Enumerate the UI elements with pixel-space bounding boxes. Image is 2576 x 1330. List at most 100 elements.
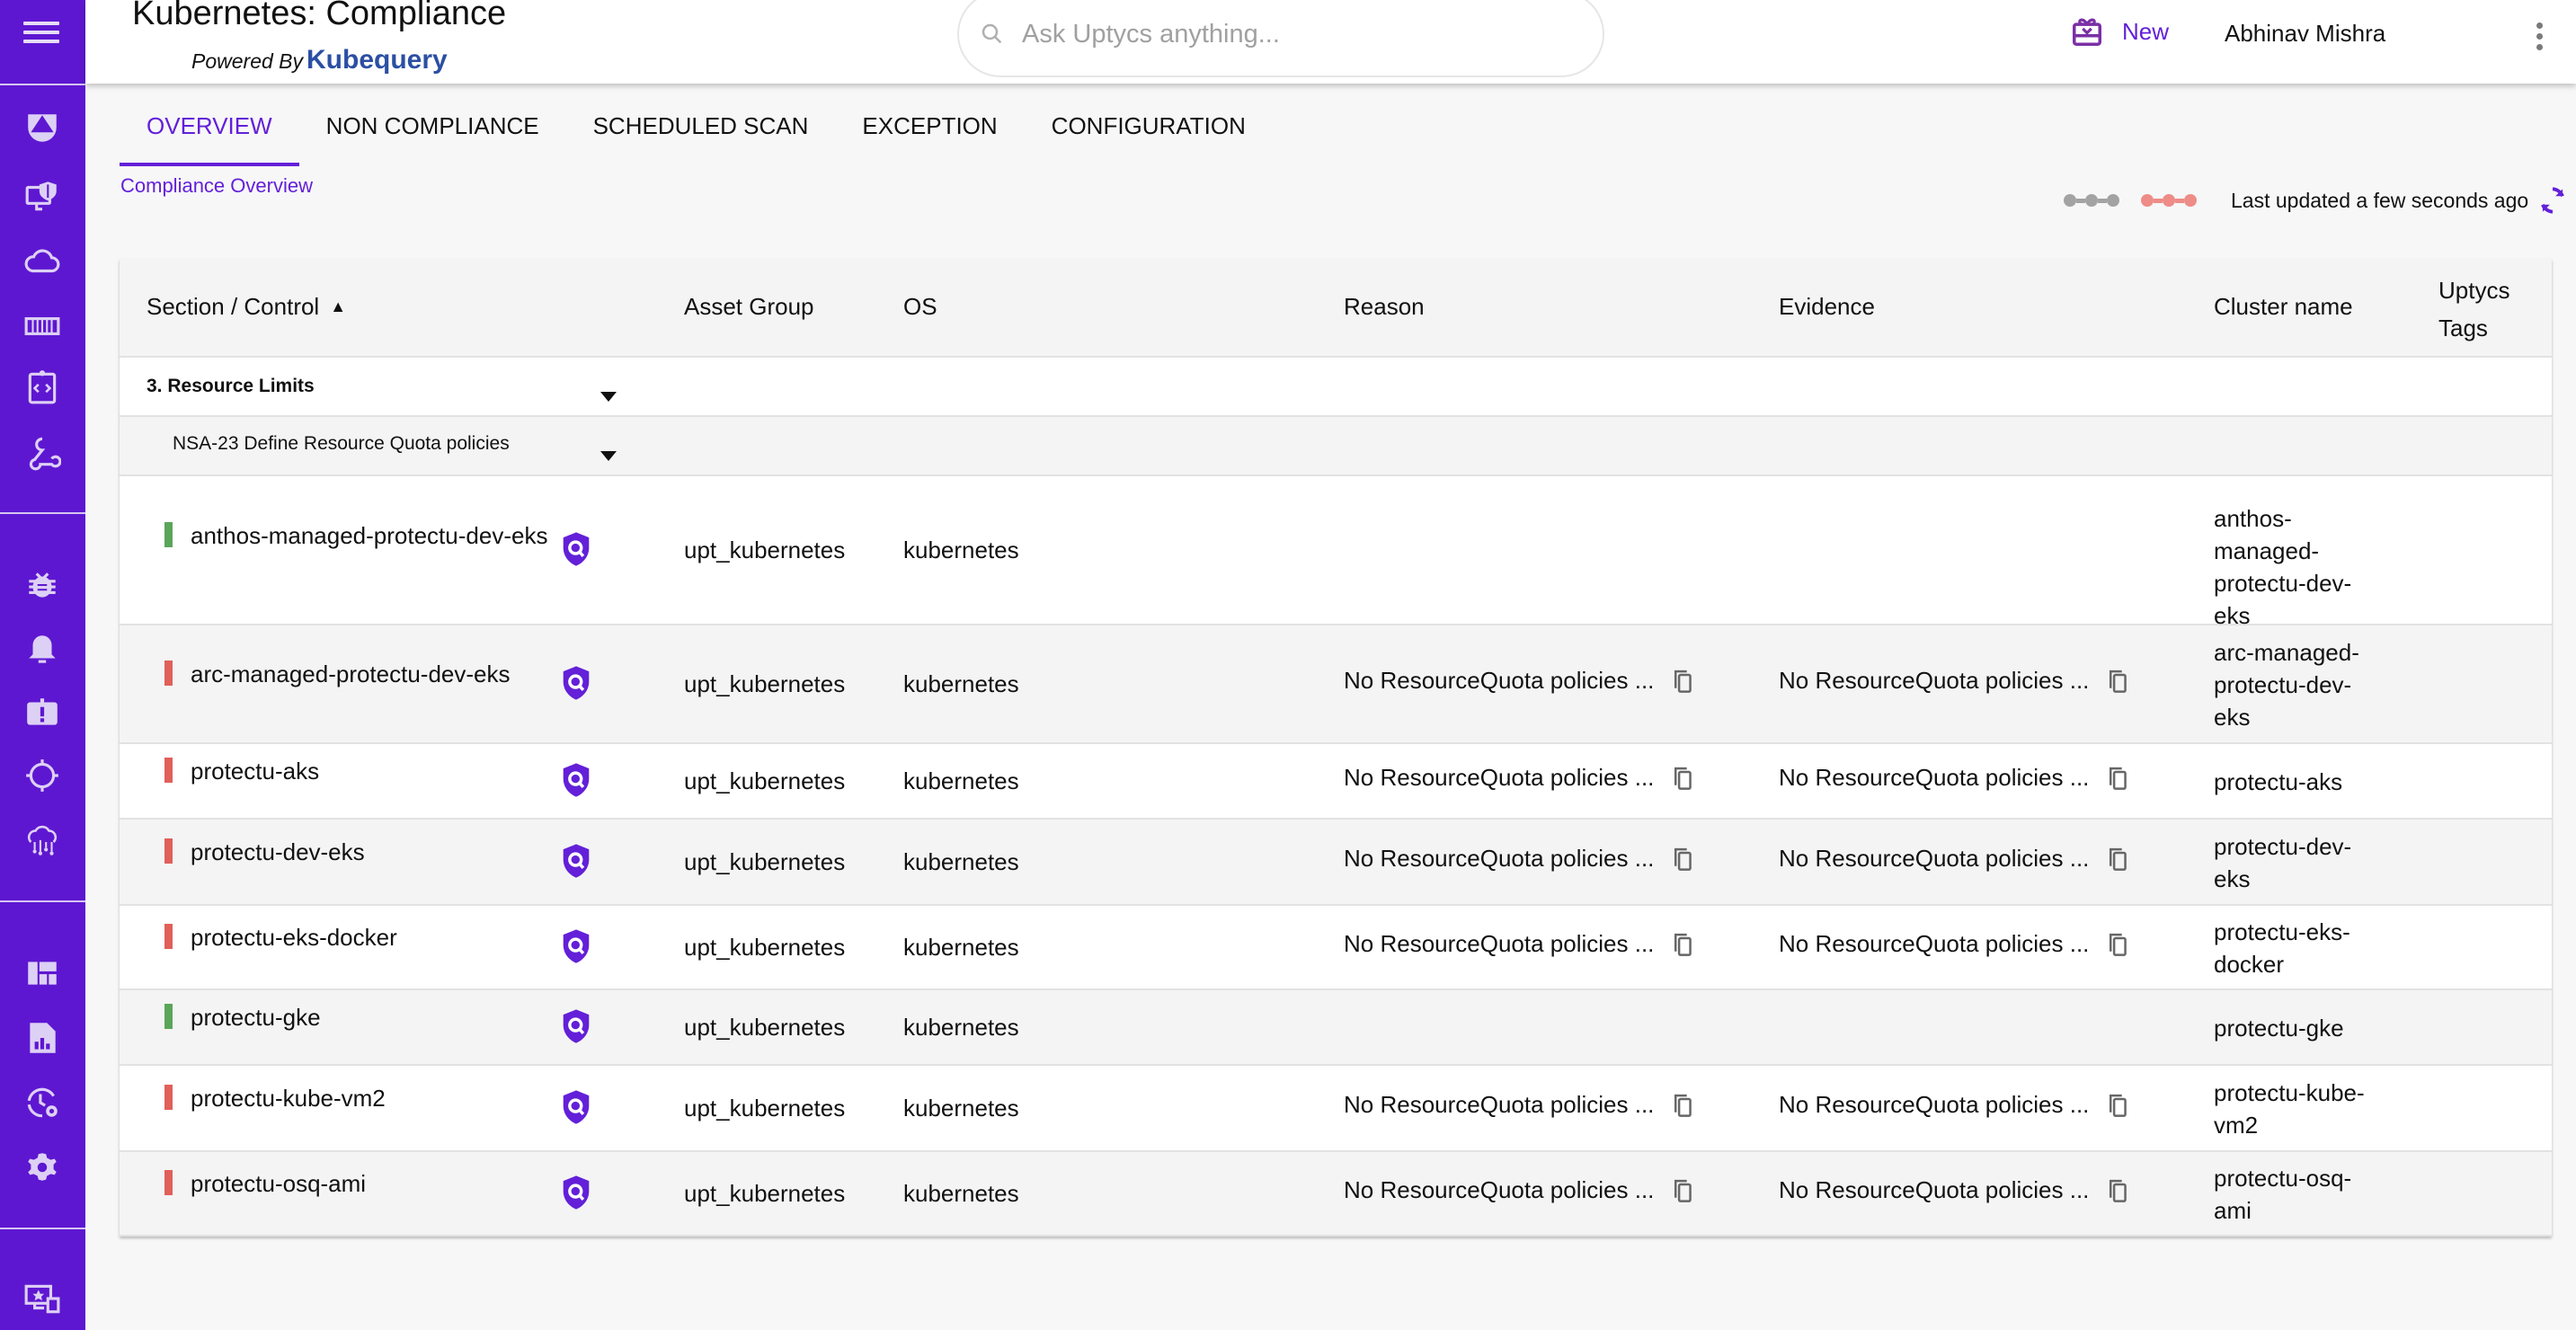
cluster-name-cell: protectu-kube-vm2 [2214,1079,2365,1139]
alerts-bell-icon[interactable] [20,627,65,672]
asset-name[interactable]: protectu-eks-docker [147,921,578,953]
integrations-icon[interactable] [20,430,65,474]
breadcrumb[interactable]: Compliance Overview [120,174,313,198]
device-favorites-icon[interactable] [20,1276,65,1321]
section-row[interactable]: 3. Resource Limits [120,358,2552,417]
table-row[interactable]: anthos-managed-protectu-dev-eks upt_kuber… [120,476,2552,629]
copy-icon[interactable] [2107,932,2128,957]
table-row[interactable]: protectu-aks upt_kubernetes kubernetes No R… [120,744,2552,820]
ai-brain-icon[interactable] [20,820,65,864]
vulnerability-bug-icon[interactable] [20,563,65,607]
cluster-name-cell: arc-managed-protectu-dev-eks [2214,639,2359,731]
compliance-table: Section / Control ▲ Asset Group OS Reason… [120,259,2552,1237]
evidence-cell: No ResourceQuota policies ... [1779,845,2128,873]
cluster-name-cell: anthos-managed-protectu-dev-eks [2214,505,2352,629]
investigate-shield-icon[interactable] [560,531,592,567]
copy-icon[interactable] [2107,1178,2128,1203]
column-header-cluster-name[interactable]: Cluster name [2214,293,2353,321]
column-header-asset-group[interactable]: Asset Group [684,293,814,321]
table-row[interactable]: protectu-gke upt_kubernetes kubernetes prot… [120,990,2552,1066]
copy-icon[interactable] [2107,669,2128,694]
tab-configuration[interactable]: CONFIGURATION [1025,99,1273,165]
cloud-icon[interactable] [20,239,65,284]
investigate-shield-icon[interactable] [560,843,592,879]
asset-name[interactable]: anthos-managed-protectu-dev-eks [147,519,578,552]
caret-down-icon[interactable] [600,392,617,402]
code-review-icon[interactable] [20,365,65,410]
fail-status-indicator [164,758,173,783]
user-name[interactable]: Abhinav Mishra [2225,20,2385,48]
investigate-shield-icon[interactable] [560,762,592,798]
table-row[interactable]: arc-managed-protectu-dev-eks upt_kubernet… [120,625,2552,744]
more-options-icon[interactable] [2530,20,2548,56]
cluster-name-cell: protectu-aks [2214,768,2343,795]
table-row[interactable]: protectu-kube-vm2 upt_kubernetes kubernete… [120,1066,2552,1152]
evidence-cell: No ResourceQuota policies ... [1779,1176,2128,1204]
column-header-section-control[interactable]: Section / Control ▲ [147,293,346,321]
fail-status-indicator [164,924,173,949]
reason-cell: No ResourceQuota policies ... [1344,1091,1693,1119]
settings-gear-icon[interactable] [20,1145,65,1190]
reason-cell: No ResourceQuota policies ... [1344,764,1693,792]
asset-group-cell: upt_kubernetes [684,1180,846,1207]
asset-name[interactable]: protectu-aks [147,755,578,787]
column-header-os[interactable]: OS [903,293,937,321]
asset-group-cell: upt_kubernetes [684,767,846,794]
column-header-reason[interactable]: Reason [1344,293,1425,321]
whats-new-button[interactable]: New [2070,14,2169,49]
tab-scheduled-scan[interactable]: SCHEDULED SCAN [566,99,836,165]
tab-non-compliance[interactable]: NON COMPLIANCE [299,99,566,165]
reports-icon[interactable] [20,1015,65,1060]
copy-icon[interactable] [2107,847,2128,872]
table-row[interactable]: protectu-eks-docker upt_kubernetes kuberne… [120,906,2552,990]
endpoint-security-icon[interactable] [20,174,65,219]
caret-down-icon[interactable] [600,451,617,461]
container-icon[interactable] [20,304,65,349]
asset-group-cell: upt_kubernetes [684,536,846,563]
detection-target-icon[interactable] [20,753,65,798]
asset-name[interactable]: protectu-osq-ami [147,1167,578,1200]
menu-hamburger-icon[interactable] [18,16,65,52]
fail-status-indicator [164,1170,173,1195]
tab-exception[interactable]: EXCEPTION [835,99,1024,165]
investigate-shield-icon[interactable] [560,928,592,964]
asset-name[interactable]: protectu-kube-vm2 [147,1082,578,1114]
copy-icon[interactable] [1672,669,1693,694]
investigate-shield-icon[interactable] [560,1008,592,1044]
incident-icon[interactable] [20,690,65,735]
copy-icon[interactable] [1672,766,1693,791]
copy-icon[interactable] [2107,766,2128,791]
search-input[interactable] [1022,19,1561,49]
column-header-evidence[interactable]: Evidence [1779,293,1875,321]
tab-overview[interactable]: OVERVIEW [120,99,299,166]
sort-ascending-icon[interactable]: ▲ [330,297,346,316]
dashboard-icon[interactable] [20,951,65,996]
copy-icon[interactable] [2107,1093,2128,1118]
copy-icon[interactable] [1672,932,1693,957]
asset-name[interactable]: protectu-dev-eks [147,836,578,868]
refresh-icon[interactable] [2536,183,2570,217]
copy-icon[interactable] [1672,1093,1693,1118]
investigate-shield-icon[interactable] [560,665,592,701]
investigate-shield-icon[interactable] [560,1089,592,1125]
search-icon [982,23,1002,44]
sidebar [0,0,85,1330]
copy-icon[interactable] [1672,847,1693,872]
investigate-shield-icon[interactable] [560,1175,592,1210]
table-row[interactable]: protectu-osq-ami upt_kubernetes kubernetes… [120,1152,2552,1237]
copy-icon[interactable] [1672,1178,1693,1203]
table-row[interactable]: protectu-dev-eks upt_kubernetes kubernetes… [120,820,2552,906]
uptycs-logo-icon[interactable] [20,106,65,151]
pass-status-dots-icon [2064,194,2119,207]
pass-status-indicator [164,1004,173,1029]
asset-name[interactable]: protectu-gke [147,1001,578,1033]
evidence-cell: No ResourceQuota policies ... [1779,1091,2128,1119]
search-bar[interactable] [957,0,1604,77]
sidebar-divider [0,900,85,902]
control-row[interactable]: NSA-23 Define Resource Quota policies [120,417,2552,476]
scheduled-history-icon[interactable] [20,1080,65,1125]
asset-name[interactable]: arc-managed-protectu-dev-eks [147,658,578,690]
cluster-name-cell: protectu-osq-ami [2214,1165,2352,1224]
column-header-uptycs-tags[interactable]: Uptycs Tags [2438,271,2509,347]
os-cell: kubernetes [903,1095,1019,1122]
